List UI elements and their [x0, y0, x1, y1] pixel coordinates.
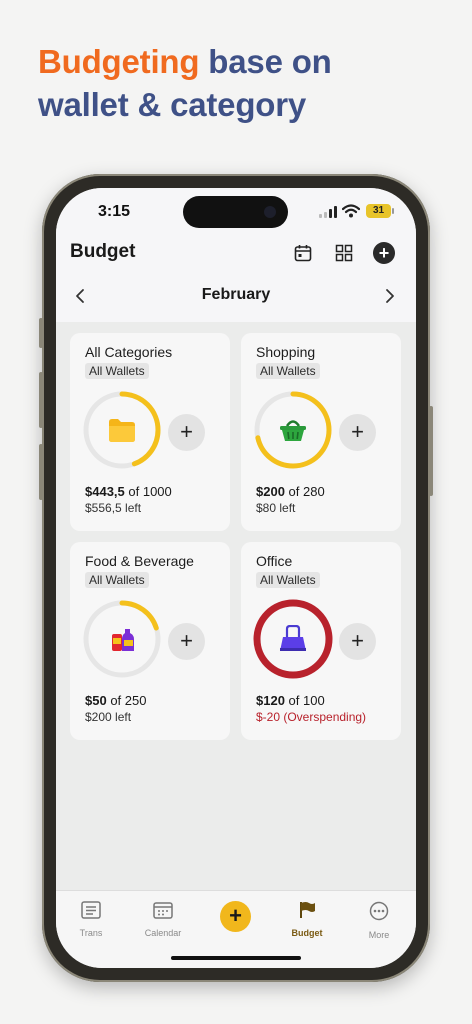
binder-clip-icon — [280, 625, 306, 651]
phone-screen: 3:15 31 Budget + February All Categories… — [56, 188, 416, 968]
spent-value: $50 — [85, 693, 107, 708]
wallet-tag: All Wallets — [85, 363, 149, 379]
list-icon — [81, 901, 101, 919]
add-transaction-button[interactable]: + — [168, 623, 205, 660]
signal-icon — [319, 206, 339, 218]
add-transaction-button[interactable]: + — [339, 414, 376, 451]
power-button — [429, 406, 433, 496]
tab-label: Trans — [79, 928, 103, 938]
app-header: Budget + February — [56, 238, 416, 322]
card-category-name: Office — [256, 553, 293, 569]
flag-icon — [300, 902, 315, 918]
headline: Budgeting base on wallet & category — [38, 40, 332, 126]
budget-card-office[interactable]: Office All Wallets + $120 of 100 $-20 (O… — [241, 542, 401, 740]
spent-amount: $443,5 of 1000 — [85, 484, 172, 499]
spent-amount: $120 of 100 — [256, 693, 325, 708]
remaining-amount: $200 left — [85, 710, 132, 724]
wifi-icon — [342, 204, 360, 218]
add-fab-button[interactable]: + — [220, 901, 251, 932]
spent-value: $120 — [256, 693, 285, 708]
spent-value: $443,5 — [85, 484, 125, 499]
calendar-icon — [153, 902, 173, 919]
volume-down-button — [39, 444, 43, 500]
tab-bar: Trans Calendar + Budget More — [56, 890, 416, 968]
headline-accent: Budgeting — [38, 43, 200, 80]
action-button — [39, 318, 43, 348]
wallet-tag: All Wallets — [256, 572, 320, 588]
budget-card-all-categories[interactable]: All Categories All Wallets + $443,5 of 1… — [70, 333, 230, 531]
food-icon — [112, 629, 134, 651]
home-indicator — [171, 956, 301, 960]
budget-total: of 250 — [110, 693, 147, 708]
tab-trans[interactable]: Trans — [61, 901, 121, 938]
remaining-amount: $556,5 left — [85, 501, 142, 515]
headline-line2: wallet & category — [38, 86, 307, 123]
spent-amount: $200 of 280 — [256, 484, 325, 499]
volume-up-button — [39, 372, 43, 428]
tab-more[interactable]: More — [349, 901, 409, 940]
tab-budget[interactable]: Budget — [277, 901, 337, 938]
card-category-name: Food & Beverage — [85, 553, 194, 569]
budget-total: of 1000 — [128, 484, 172, 499]
calendar-icon[interactable] — [292, 242, 314, 264]
budget-total: of 280 — [288, 484, 325, 499]
wallet-tag: All Wallets — [85, 572, 149, 588]
spent-amount: $50 of 250 — [85, 693, 146, 708]
camera-icon — [264, 206, 276, 218]
budget-grid: All Categories All Wallets + $443,5 of 1… — [56, 322, 416, 890]
add-transaction-button[interactable]: + — [339, 623, 376, 660]
chevron-right-icon[interactable] — [384, 288, 396, 309]
tab-label: Budget — [291, 928, 323, 938]
card-category-name: Shopping — [256, 344, 316, 360]
overspending-amount: $-20 (Overspending) — [256, 710, 367, 724]
headline-line1: base on — [199, 43, 332, 80]
grid-icon[interactable] — [333, 242, 355, 264]
wallet-tag: All Wallets — [256, 363, 320, 379]
tab-label: More — [368, 930, 390, 940]
battery-icon: 31 — [366, 204, 394, 218]
status-time: 3:15 — [98, 203, 131, 220]
add-transaction-button[interactable]: + — [168, 414, 205, 451]
budget-card-food-beverage[interactable]: Food & Beverage All Wallets + $50 of 250… — [70, 542, 230, 740]
plus-circle-icon[interactable]: + — [373, 242, 395, 264]
remaining-amount: $80 left — [256, 501, 296, 515]
month-label: February — [201, 286, 271, 303]
dynamic-island — [183, 196, 288, 228]
tab-calendar[interactable]: Calendar — [133, 901, 193, 938]
tab-label: Calendar — [144, 928, 182, 938]
page-title: Budget — [70, 241, 136, 262]
card-category-name: All Categories — [85, 344, 173, 360]
budget-card-shopping[interactable]: Shopping All Wallets + $200 of 280 $80 l… — [241, 333, 401, 531]
more-icon — [369, 901, 389, 921]
budget-total: of 100 — [288, 693, 325, 708]
folder-icon — [109, 419, 135, 442]
status-bar: 3:15 31 — [56, 188, 416, 238]
spent-value: $200 — [256, 484, 285, 499]
basket-icon — [280, 420, 306, 441]
